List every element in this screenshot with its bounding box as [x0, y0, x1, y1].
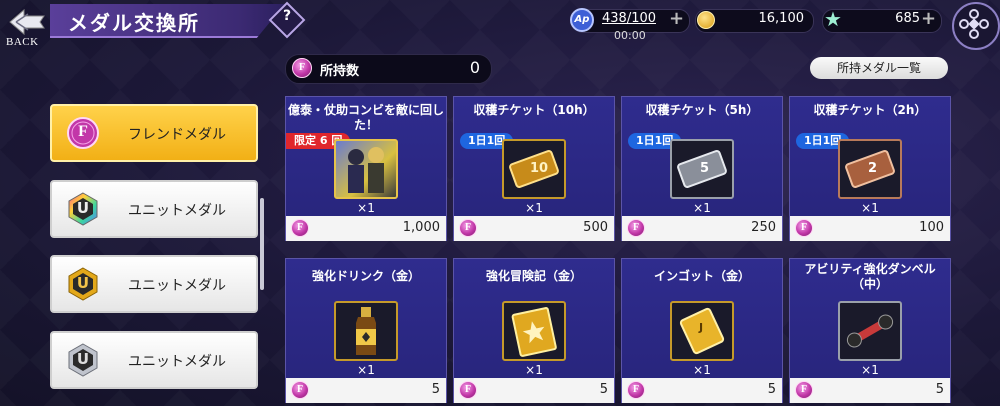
item-price: 1,000 [402, 220, 440, 235]
tab-scrollbar[interactable] [260, 198, 264, 290]
tab-label: ユニットメダル [128, 278, 226, 294]
friend-medal-icon: F [795, 381, 813, 399]
friend-medal-icon: F [459, 381, 477, 399]
menu-ornament-icon [959, 9, 989, 39]
item-quantity: ×1 [861, 363, 879, 377]
item-name: アビリティ強化ダンベル（中） [804, 262, 936, 291]
owned-medal-list-button[interactable]: 所持メダル一覧 [810, 57, 948, 79]
friend-medal-icon: F [459, 219, 477, 237]
tab-unit-medal-rainbow[interactable]: U ユニットメダル [50, 180, 258, 238]
bronze-ticket-icon: 2 [838, 139, 902, 199]
price-bar: F 5 [790, 378, 950, 403]
exchange-item-card[interactable]: 強化ドリンク（金） ×1 F 5 [285, 258, 447, 403]
exchange-item-card[interactable]: 収穫チケット（5h） 1日1回 5 ×1 F 250 [621, 96, 783, 241]
item-name: 強化冒険記（金） [485, 269, 582, 283]
back-label[interactable]: BACK [6, 36, 39, 48]
menu-button[interactable] [952, 2, 1000, 50]
ap-icon: Ap [570, 8, 594, 32]
item-name: 収穫チケット（5h） [645, 103, 759, 117]
exchange-item-card[interactable]: 億泰・仗助コンビを敵に回した！ 限定 6 回 ×1 F 1,000 [285, 96, 447, 241]
item-quantity: ×1 [357, 363, 375, 377]
star-icon: ★ [824, 7, 842, 31]
item-quantity: ×1 [693, 201, 711, 215]
tab-badge-letter: F [78, 123, 88, 140]
star-add-button[interactable]: + [921, 8, 936, 29]
ticket-number: 2 [868, 161, 878, 176]
item-price: 500 [583, 220, 608, 235]
price-bar: F 250 [622, 216, 782, 241]
tab-friend-medal[interactable]: F フレンドメダル [50, 104, 258, 162]
friend-medal-icon: F [292, 58, 312, 78]
price-bar: F 500 [454, 216, 614, 241]
item-price: 100 [919, 220, 944, 235]
ap-value: 438/100 [602, 11, 657, 26]
item-price: 5 [767, 382, 776, 397]
drink-bottle-icon [334, 301, 398, 361]
gold-coin-icon [697, 11, 715, 29]
ap-timer: 00:00 [614, 29, 646, 42]
tab-label: ユニットメダル [128, 203, 226, 219]
item-price: 5 [935, 382, 944, 397]
exchange-item-card[interactable]: 強化冒険記（金） ×1 F 5 [453, 258, 615, 403]
price-bar: F 1,000 [286, 216, 446, 241]
item-quantity: ×1 [525, 363, 543, 377]
item-name: 収穫チケット（10h） [473, 103, 595, 117]
page-title: メダル交換所 [68, 11, 200, 35]
item-name: 強化ドリンク（金） [311, 269, 420, 283]
price-bar: F 5 [622, 378, 782, 403]
friend-medal-icon: F [291, 381, 309, 399]
help-label: ? [282, 8, 292, 24]
character-art-icon [334, 139, 398, 199]
gold-ingot-icon: J [670, 301, 734, 361]
tab-badge-letter: U [76, 199, 90, 217]
item-quantity: ×1 [693, 363, 711, 377]
item-quantity: ×1 [861, 201, 879, 215]
gold-value: 16,100 [758, 11, 805, 26]
item-price: 5 [431, 382, 440, 397]
ticket-number: 10 [530, 161, 549, 176]
item-name: インゴット（金） [653, 269, 750, 283]
item-price: 250 [751, 220, 776, 235]
tab-label: ユニットメダル [128, 354, 226, 370]
friend-medal-icon: F [795, 219, 813, 237]
tab-label: フレンドメダル [128, 127, 226, 143]
tab-badge-letter: U [76, 350, 90, 368]
ticket-number: 5 [700, 161, 710, 176]
holdings-value: 0 [469, 58, 480, 77]
exchange-item-card[interactable]: インゴット（金） J ×1 F 5 [621, 258, 783, 403]
silver-ticket-icon: 5 [670, 139, 734, 199]
holdings-label: 所持数 [320, 64, 360, 79]
gold-book-icon [502, 301, 566, 361]
dumbbell-icon [838, 301, 902, 361]
star-value: 685 [895, 11, 920, 26]
item-price: 5 [599, 382, 608, 397]
price-bar: F 5 [454, 378, 614, 403]
ingot-mark: J [699, 321, 704, 334]
item-name: 収穫チケット（2h） [813, 103, 927, 117]
item-name: 億泰・仗助コンビを敵に回した！ [287, 103, 444, 132]
exchange-item-card[interactable]: 収穫チケット（10h） 1日1回 10 ×1 F 500 [453, 96, 615, 241]
friend-medal-icon: F [627, 381, 645, 399]
exchange-item-card[interactable]: 収穫チケット（2h） 1日1回 2 ×1 F 100 [789, 96, 951, 241]
ap-add-button[interactable]: + [669, 8, 684, 29]
item-quantity: ×1 [525, 201, 543, 215]
item-quantity: ×1 [357, 201, 375, 215]
price-bar: F 100 [790, 216, 950, 241]
exchange-item-card[interactable]: アビリティ強化ダンベル（中） ×1 F 5 [789, 258, 951, 403]
gold-ticket-icon: 10 [502, 139, 566, 199]
tab-unit-medal-silver[interactable]: U ユニットメダル [50, 331, 258, 389]
tab-unit-medal-gold[interactable]: U ユニットメダル [50, 255, 258, 313]
friend-medal-icon: F [627, 219, 645, 237]
tab-badge-letter: U [76, 274, 90, 292]
price-bar: F 5 [286, 378, 446, 403]
friend-medal-icon: F [291, 219, 309, 237]
